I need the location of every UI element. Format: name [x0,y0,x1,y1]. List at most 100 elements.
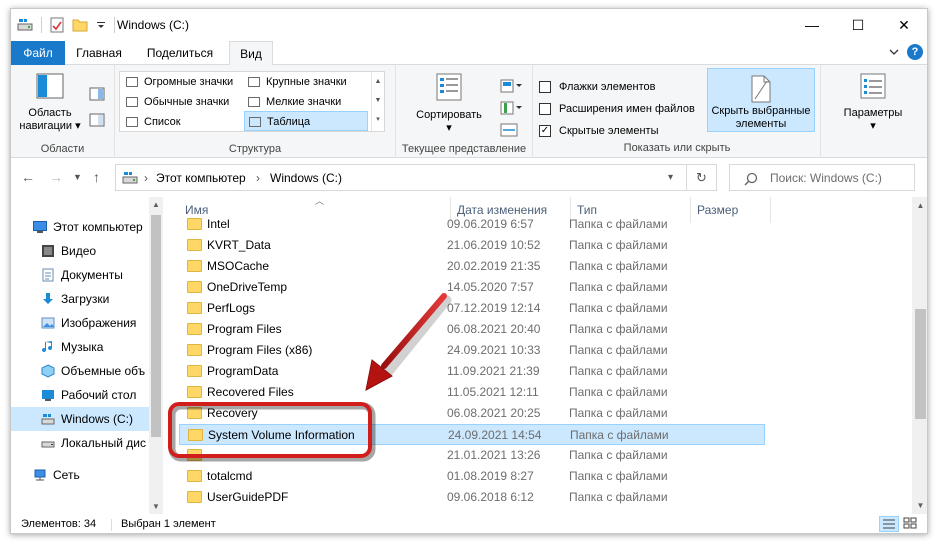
nav-item-desktop[interactable]: Рабочий стол [11,383,149,407]
table-row[interactable]: PerfLogs 07.12.2019 12:14 Папка с файлами [179,298,765,319]
file-type: Папка с файлами [569,280,668,294]
back-button[interactable]: ← [21,169,35,185]
sort-by-label: Сортировать [416,109,482,121]
file-type: Папка с файлами [569,322,668,336]
nav-item-video[interactable]: Видео [11,239,149,263]
file-name: System Volume Information [208,428,355,442]
layout-small-icons[interactable]: Мелкие значки [244,92,368,112]
hide-selected-items-button[interactable]: Скрыть выбранные элементы [707,68,815,132]
nav-item-music[interactable]: Музыка [11,335,149,359]
scroll-down-icon[interactable]: ▼ [149,502,163,511]
drive-icon [17,19,33,31]
size-columns-icon[interactable] [500,123,522,137]
table-row[interactable]: Recovered Files 11.05.2021 12:11 Папка с ф… [179,382,765,403]
table-row[interactable]: OneDriveTemp 14.05.2020 7:57 Папка с файла… [179,277,765,298]
folder-icon [187,218,202,230]
chevron-down-icon: ▼ [73,172,82,182]
item-checkboxes-toggle[interactable]: Флажки элементов [539,79,655,95]
arrow-up-icon: ↑ [93,169,100,185]
chevron-down-icon: ▾ [870,120,876,132]
tab-share[interactable]: Поделиться [135,41,225,65]
properties-icon[interactable] [50,17,64,33]
sort-by-button[interactable]: Сортировать ▾ [404,73,494,135]
nav-item-pictures[interactable]: Изображения [11,311,149,335]
table-row[interactable]: UserGuidePDF 09.06.2018 6:12 Папка с файла… [179,487,765,508]
search-input[interactable]: Поиск: Windows (C:) [770,171,882,185]
item-checkboxes-checkbox[interactable] [539,81,551,93]
nav-item-downloads[interactable]: Загрузки [11,287,149,311]
options-button[interactable]: Параметры ▾ [825,73,921,133]
breadcrumb-separator-icon[interactable]: › [144,171,148,185]
file-extensions-toggle[interactable]: Расширения имен файлов [539,101,695,117]
scrollbar-thumb[interactable] [915,309,926,419]
chevron-down-icon[interactable] [889,48,899,56]
up-button[interactable]: ↑ [93,169,100,185]
navigation-pane-scrollbar[interactable]: ▲ ▼ [149,197,163,514]
drive-icon [41,414,55,425]
breadcrumb-drive[interactable]: Windows (C:) [270,171,342,185]
nav-item-this-pc[interactable]: Этот компьютер [11,215,149,239]
layout-gallery-scroll[interactable]: ▲ ▼ ▾ [371,72,384,131]
file-date: 09.06.2018 6:12 [447,490,534,504]
sort-icon [436,73,462,101]
tab-file[interactable]: Файл [11,41,65,65]
scroll-up-icon[interactable]: ▲ [912,201,927,210]
table-row[interactable]: MSOCache 20.02.2019 21:35 Папка с файлами [179,256,765,277]
layout-details[interactable]: Таблица [244,111,368,131]
table-row[interactable]: 21.01.2021 13:26 Папка с файлами [179,445,765,466]
chevron-down-icon[interactable] [96,20,106,30]
file-name: Recovery [207,406,258,420]
tab-view[interactable]: Вид [229,41,273,66]
table-row[interactable]: System Volume Information 24.09.2021 14:5… [179,424,765,445]
large-icons-view-toggle[interactable] [901,516,921,532]
table-row[interactable]: Program Files (x86) 24.09.2021 10:33 Папка… [179,340,765,361]
nav-item-local-disk[interactable]: Локальный дис [11,431,149,455]
layout-list[interactable]: Список [122,112,242,132]
nav-item-3d-objects[interactable]: Объемные объ [11,359,149,383]
nav-item-windows-c[interactable]: Windows (C:) [11,407,149,431]
navigation-pane-icon [36,73,64,99]
details-view-toggle[interactable] [879,516,899,532]
file-type: Папка с файлами [569,343,668,357]
refresh-button[interactable]: ↻ [687,164,717,191]
nav-item-documents[interactable]: Документы [11,263,149,287]
file-list-scrollbar[interactable]: ▲ ▼ [912,197,927,514]
address-bar[interactable]: › Этот компьютер › Windows (C:) ▾ [115,164,687,191]
table-row[interactable]: Recovery 06.08.2021 20:25 Папка с файлами [179,403,765,424]
tab-home[interactable]: Главная [67,41,131,65]
table-row[interactable]: KVRT_Data 21.06.2019 10:52 Папка с файлами [179,235,765,256]
breadcrumb-separator-icon[interactable]: › [256,171,260,185]
preview-pane-icon[interactable] [89,87,105,101]
nav-item-network[interactable]: Сеть [11,463,149,487]
new-folder-icon[interactable] [72,18,88,32]
table-row[interactable]: Intel 09.06.2019 6:57 Папка с файлами [179,214,765,235]
help-icon[interactable]: ? [907,44,923,60]
forward-button[interactable]: → [49,169,63,185]
add-columns-icon[interactable] [500,101,522,115]
layout-large-icons[interactable]: Крупные значки [244,72,368,92]
group-by-icon[interactable] [500,79,522,93]
breadcrumb-this-pc[interactable]: Этот компьютер [156,171,246,185]
chevron-down-icon[interactable]: ▾ [668,172,673,183]
details-pane-icon[interactable] [89,113,105,127]
maximize-button[interactable]: ☐ [835,9,881,41]
close-button[interactable]: ✕ [881,9,927,41]
file-extensions-checkbox[interactable] [539,103,551,115]
scrollbar-thumb[interactable] [151,215,161,437]
navigation-pane-label-1: Область [28,107,72,119]
table-row[interactable]: Program Files 06.08.2021 20:40 Папка с фай… [179,319,765,340]
recent-locations-button[interactable]: ▼ [73,172,82,182]
table-row[interactable]: totalcmd 01.08.2019 8:27 Папка с файлами [179,466,765,487]
scroll-up-icon[interactable]: ▲ [149,200,163,209]
scroll-down-icon[interactable]: ▼ [912,501,927,510]
navigation-pane-button[interactable]: Область навигации ▾ [15,73,85,133]
group-label-layout: Структура [228,143,282,155]
minimize-button[interactable]: — [789,9,835,41]
pictures-icon [41,317,55,329]
hidden-items-checkbox[interactable]: ✓ [539,125,551,137]
layout-medium-icons[interactable]: Обычные значки [122,92,242,112]
layout-extra-large-icons[interactable]: Огромные значки [122,72,242,92]
search-box[interactable]: Поиск: Windows (C:) [729,164,915,191]
hidden-items-toggle[interactable]: ✓ Скрытые элементы [539,123,659,139]
table-row[interactable]: ProgramData 11.09.2021 21:39 Папка с файла… [179,361,765,382]
